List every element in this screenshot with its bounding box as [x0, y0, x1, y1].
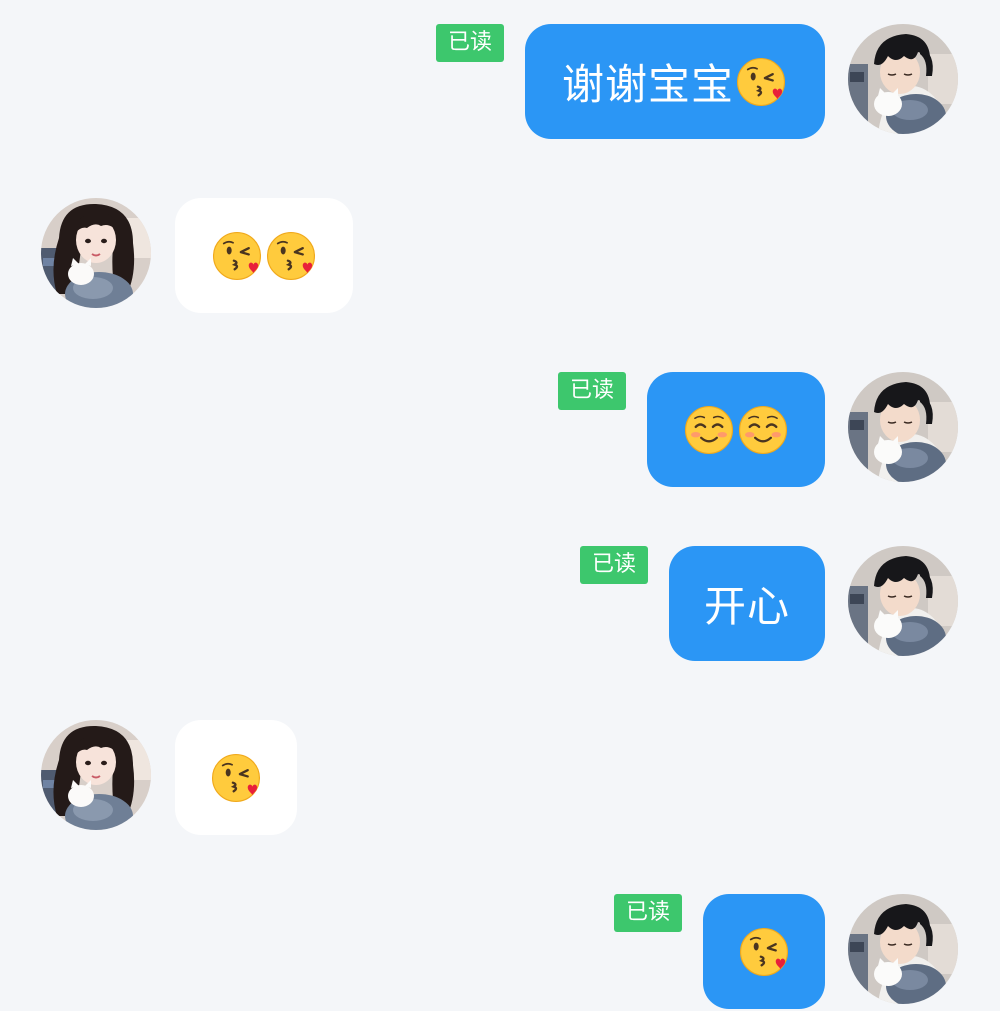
read-status-badge: 已读 — [558, 372, 627, 410]
contact-avatar[interactable] — [41, 198, 151, 308]
read-status-badge: 已读 — [614, 894, 683, 932]
contact-message-bubble[interactable] — [175, 720, 297, 835]
kissing-wink-emoji-icon — [266, 231, 316, 281]
smiling-blush-emoji-icon — [738, 405, 788, 455]
my-avatar[interactable] — [848, 372, 958, 482]
read-status-badge: 已读 — [580, 546, 649, 584]
kissing-wink-emoji-icon — [211, 753, 261, 803]
kissing-wink-emoji-icon — [212, 231, 262, 281]
my-avatar[interactable] — [848, 24, 958, 134]
my-avatar[interactable] — [848, 894, 958, 1004]
message-text: 开心 — [703, 582, 790, 631]
my-avatar[interactable] — [848, 546, 958, 656]
read-status-badge: 已读 — [436, 24, 505, 62]
kissing-wink-emoji-icon — [739, 927, 789, 977]
kissing-wink-emoji-icon — [736, 57, 786, 107]
my-message-bubble[interactable]: 开心 — [669, 546, 825, 661]
contact-message-bubble[interactable] — [175, 198, 353, 313]
my-message-bubble[interactable]: 谢谢宝宝 — [525, 24, 825, 139]
contact-avatar[interactable] — [41, 720, 151, 830]
my-message-bubble[interactable] — [647, 372, 825, 487]
smiling-blush-emoji-icon — [684, 405, 734, 455]
message-text: 谢谢宝宝 — [561, 60, 734, 109]
my-message-bubble[interactable] — [703, 894, 825, 1009]
